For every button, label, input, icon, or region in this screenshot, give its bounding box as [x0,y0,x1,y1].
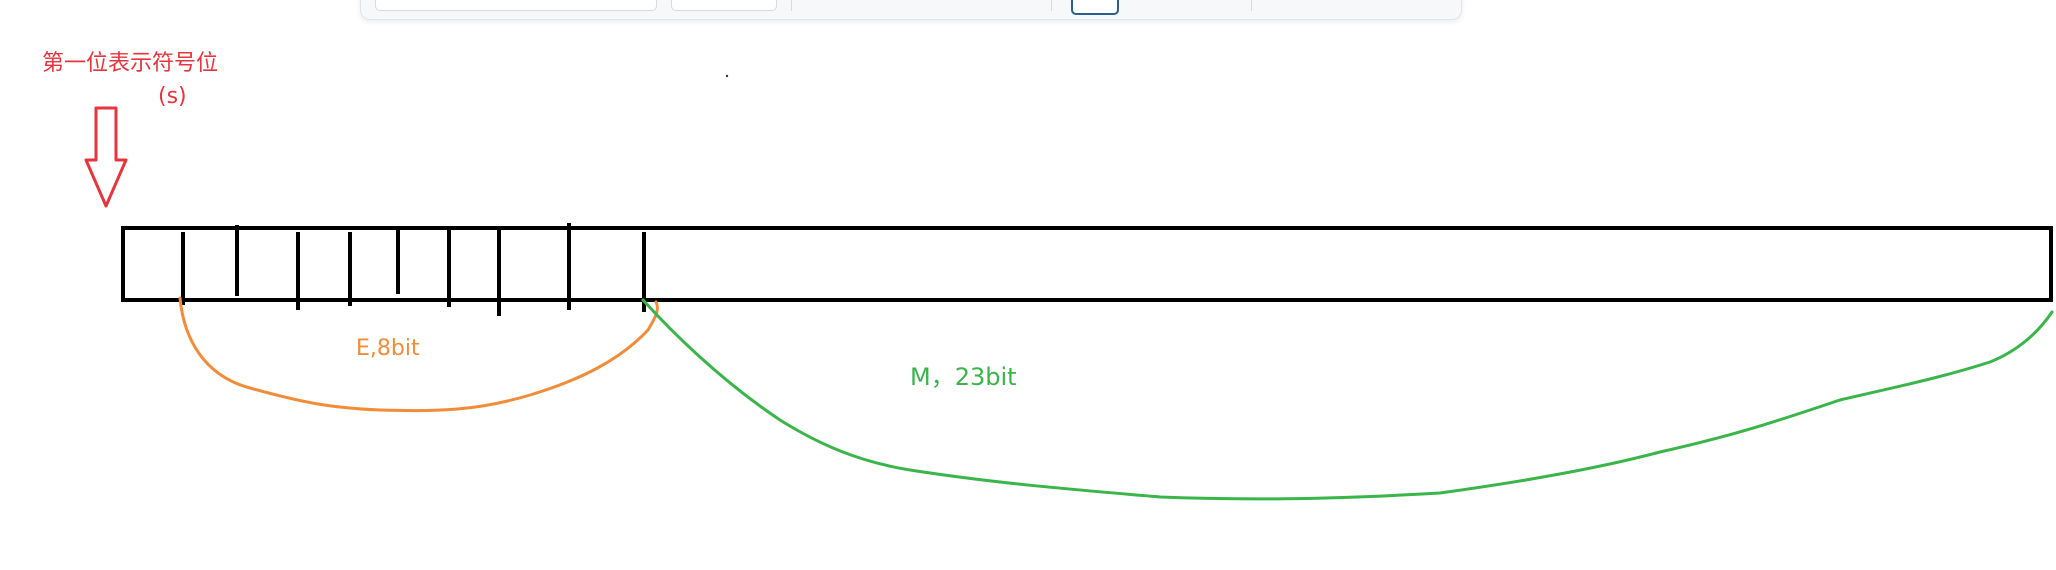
mantissa-label: M，23bit [910,363,1017,391]
sign-bit-symbol: (s) [158,84,187,109]
exponent-label: E,8bit [356,336,420,361]
sign-bit-label: 第一位表示符号位 [42,51,219,76]
sign-bit-arrow [84,106,128,208]
mantissa-brace [641,298,2054,501]
register-box [121,226,2053,302]
diagram-svg [84,74,2054,501]
float-layout-diagram: 第一位表示符号位 (s) E,8bit M，23bit [0,0,2056,570]
stray-dot [725,74,729,78]
bit-dividers [181,223,646,316]
